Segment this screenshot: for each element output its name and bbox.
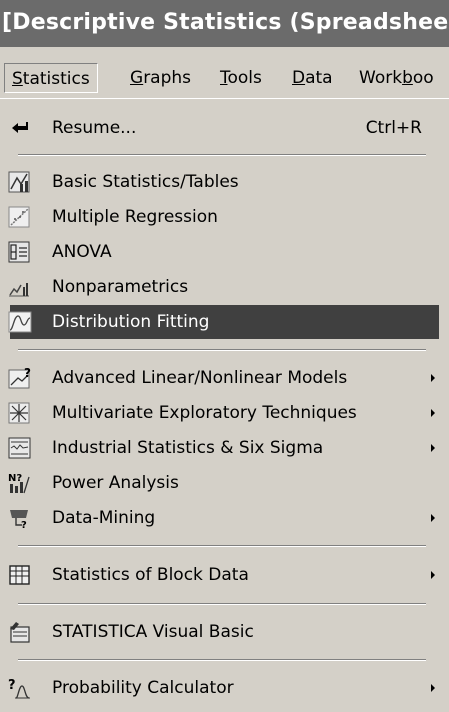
nonparametrics-icon [9, 283, 29, 297]
nonparametrics-label: Nonparametrics [52, 277, 189, 297]
resume-arrow-icon [12, 122, 28, 133]
menu-item-multivariate[interactable]: Multivariate Exploratory Techniques [0, 396, 449, 430]
window-title: [Descriptive Statistics (Spreadshee [2, 10, 449, 35]
resume-label: Resume... [52, 118, 137, 138]
resume-shortcut: Ctrl+R [365, 118, 422, 138]
data-mining-label: Data-Mining [52, 508, 156, 528]
menu-data-label: ata [305, 68, 333, 88]
block-data-label: Statistics of Block Data [52, 565, 249, 585]
menu-item-distribution-fitting[interactable]: Distribution Fitting [8, 305, 439, 339]
submenu-arrow-icon [431, 444, 435, 452]
menu-tools-label: ools [227, 68, 262, 88]
visual-basic-icon [10, 622, 30, 643]
submenu-arrow-icon [431, 571, 435, 579]
menu-item-anova[interactable]: ANOVA [0, 235, 449, 269]
basic-stats-icon [8, 171, 30, 193]
menu-graphs-label: raphs [143, 68, 192, 88]
menu-item-advanced-models[interactable]: ? Advanced Linear/Nonlinear Models [0, 361, 449, 395]
menu-separator [18, 659, 426, 661]
advanced-models-label: Advanced Linear/Nonlinear Models [52, 368, 348, 388]
visual-basic-label: STATISTICA Visual Basic [52, 622, 254, 642]
menu-item-visual-basic[interactable]: STATISTICA Visual Basic [0, 615, 449, 649]
menu-tools[interactable]: Tools [213, 63, 269, 93]
basic-statistics-label: Basic Statistics/Tables [52, 172, 239, 192]
distribution-fitting-label: Distribution Fitting [52, 312, 210, 332]
menu-item-block-data[interactable]: Statistics of Block Data [0, 558, 449, 592]
probability-calculator-label: Probability Calculator [52, 678, 234, 698]
advanced-models-icon: ? [8, 366, 31, 389]
menu-data-accel: D [292, 68, 306, 88]
menu-item-nonparametrics[interactable]: Nonparametrics [0, 270, 449, 304]
multiple-regression-label: Multiple Regression [52, 207, 218, 227]
data-mining-icon: ? [10, 510, 28, 530]
menu-separator [18, 154, 426, 156]
menu-statistics-label: tatistics [22, 69, 90, 89]
statistics-dropdown-menu: Resume... Ctrl+R Basic Statistics/Tables… [0, 98, 449, 712]
anova-icon [8, 241, 30, 263]
menu-workbook-accel: b [402, 68, 413, 88]
menu-item-multiple-regression[interactable]: Multiple Regression [0, 200, 449, 234]
svg-text:?: ? [24, 366, 31, 380]
probability-icon: ? [8, 678, 30, 699]
submenu-arrow-icon [431, 374, 435, 382]
block-data-icon [9, 565, 30, 585]
multivariate-icon [8, 402, 30, 424]
anova-label: ANOVA [52, 242, 112, 262]
svg-text:?: ? [21, 520, 27, 530]
menu-graphs[interactable]: Graphs [123, 63, 198, 93]
submenu-arrow-icon [431, 514, 435, 522]
menu-workbook[interactable]: Workboo [352, 63, 441, 93]
menu-item-industrial[interactable]: Industrial Statistics & Six Sigma [0, 431, 449, 465]
industrial-label: Industrial Statistics & Six Sigma [52, 438, 324, 458]
menu-data[interactable]: Data [285, 63, 340, 93]
menu-separator [18, 603, 426, 605]
distribution-icon [8, 311, 32, 333]
submenu-arrow-icon [431, 409, 435, 417]
submenu-arrow-icon [431, 684, 435, 692]
menu-workbook-label-b: oo [412, 68, 434, 88]
menu-separator [18, 545, 426, 547]
menu-item-probability-calculator[interactable]: ? Probability Calculator [0, 671, 449, 705]
menu-item-resume[interactable]: Resume... Ctrl+R [0, 111, 449, 145]
industrial-icon [8, 437, 31, 459]
menu-item-power-analysis[interactable]: N? Power Analysis [0, 466, 449, 500]
power-analysis-icon: N? [8, 473, 30, 494]
menu-bar: Statistics Graphs Tools Data Workboo [0, 58, 449, 98]
power-analysis-label: Power Analysis [52, 473, 179, 493]
svg-text:?: ? [8, 678, 16, 693]
menu-separator [18, 349, 426, 351]
menu-statistics[interactable]: Statistics [4, 63, 98, 93]
menu-statistics-accel: S [12, 69, 23, 89]
menu-tools-accel: T [220, 68, 228, 88]
menu-workbook-label-a: Work [359, 68, 403, 88]
window-title-bar: [Descriptive Statistics (Spreadshee [0, 0, 449, 47]
menu-graphs-accel: G [130, 68, 144, 88]
multivariate-label: Multivariate Exploratory Techniques [52, 403, 357, 423]
regression-icon [8, 206, 30, 228]
menu-item-data-mining[interactable]: ? Data-Mining [0, 501, 449, 535]
menu-item-basic-statistics[interactable]: Basic Statistics/Tables [0, 165, 449, 199]
